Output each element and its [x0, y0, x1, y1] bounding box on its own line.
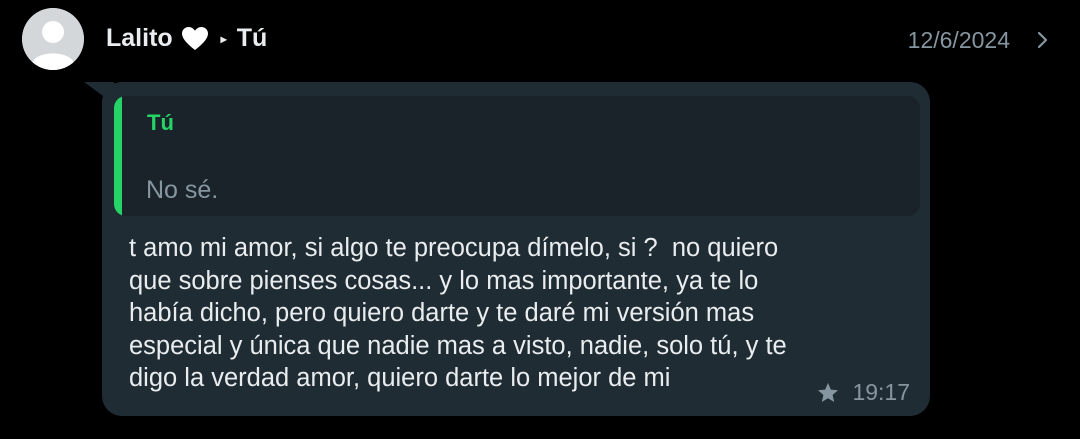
message-bubble[interactable]: Tú No sé. t amo mi amor, si algo te preo… [102, 82, 930, 416]
quote-author: Tú [147, 110, 174, 135]
forward-arrow-icon: ▸ [220, 31, 227, 46]
recipient-name: Tú [236, 24, 268, 52]
quoted-message[interactable]: Tú No sé. [114, 96, 920, 216]
sender-line: Lalito ▸ Tú [106, 24, 267, 53]
default-avatar-icon [22, 8, 84, 70]
avatar[interactable] [22, 8, 84, 70]
quote-text: No sé. [146, 176, 219, 204]
message-meta: 19:17 [816, 379, 910, 406]
sender-name: Lalito [106, 24, 173, 52]
message-header: Lalito ▸ Tú 12/6/2024 [0, 0, 1080, 80]
star-icon [818, 382, 839, 402]
message-date: 12/6/2024 [907, 27, 1010, 53]
quote-accent-bar [114, 96, 122, 216]
chevron-right-icon[interactable] [1036, 30, 1050, 50]
message-text: t amo mi amor, si algo te preocupa dímel… [129, 234, 787, 392]
white-heart-icon [181, 26, 209, 52]
message-time: 19:17 [852, 379, 910, 405]
